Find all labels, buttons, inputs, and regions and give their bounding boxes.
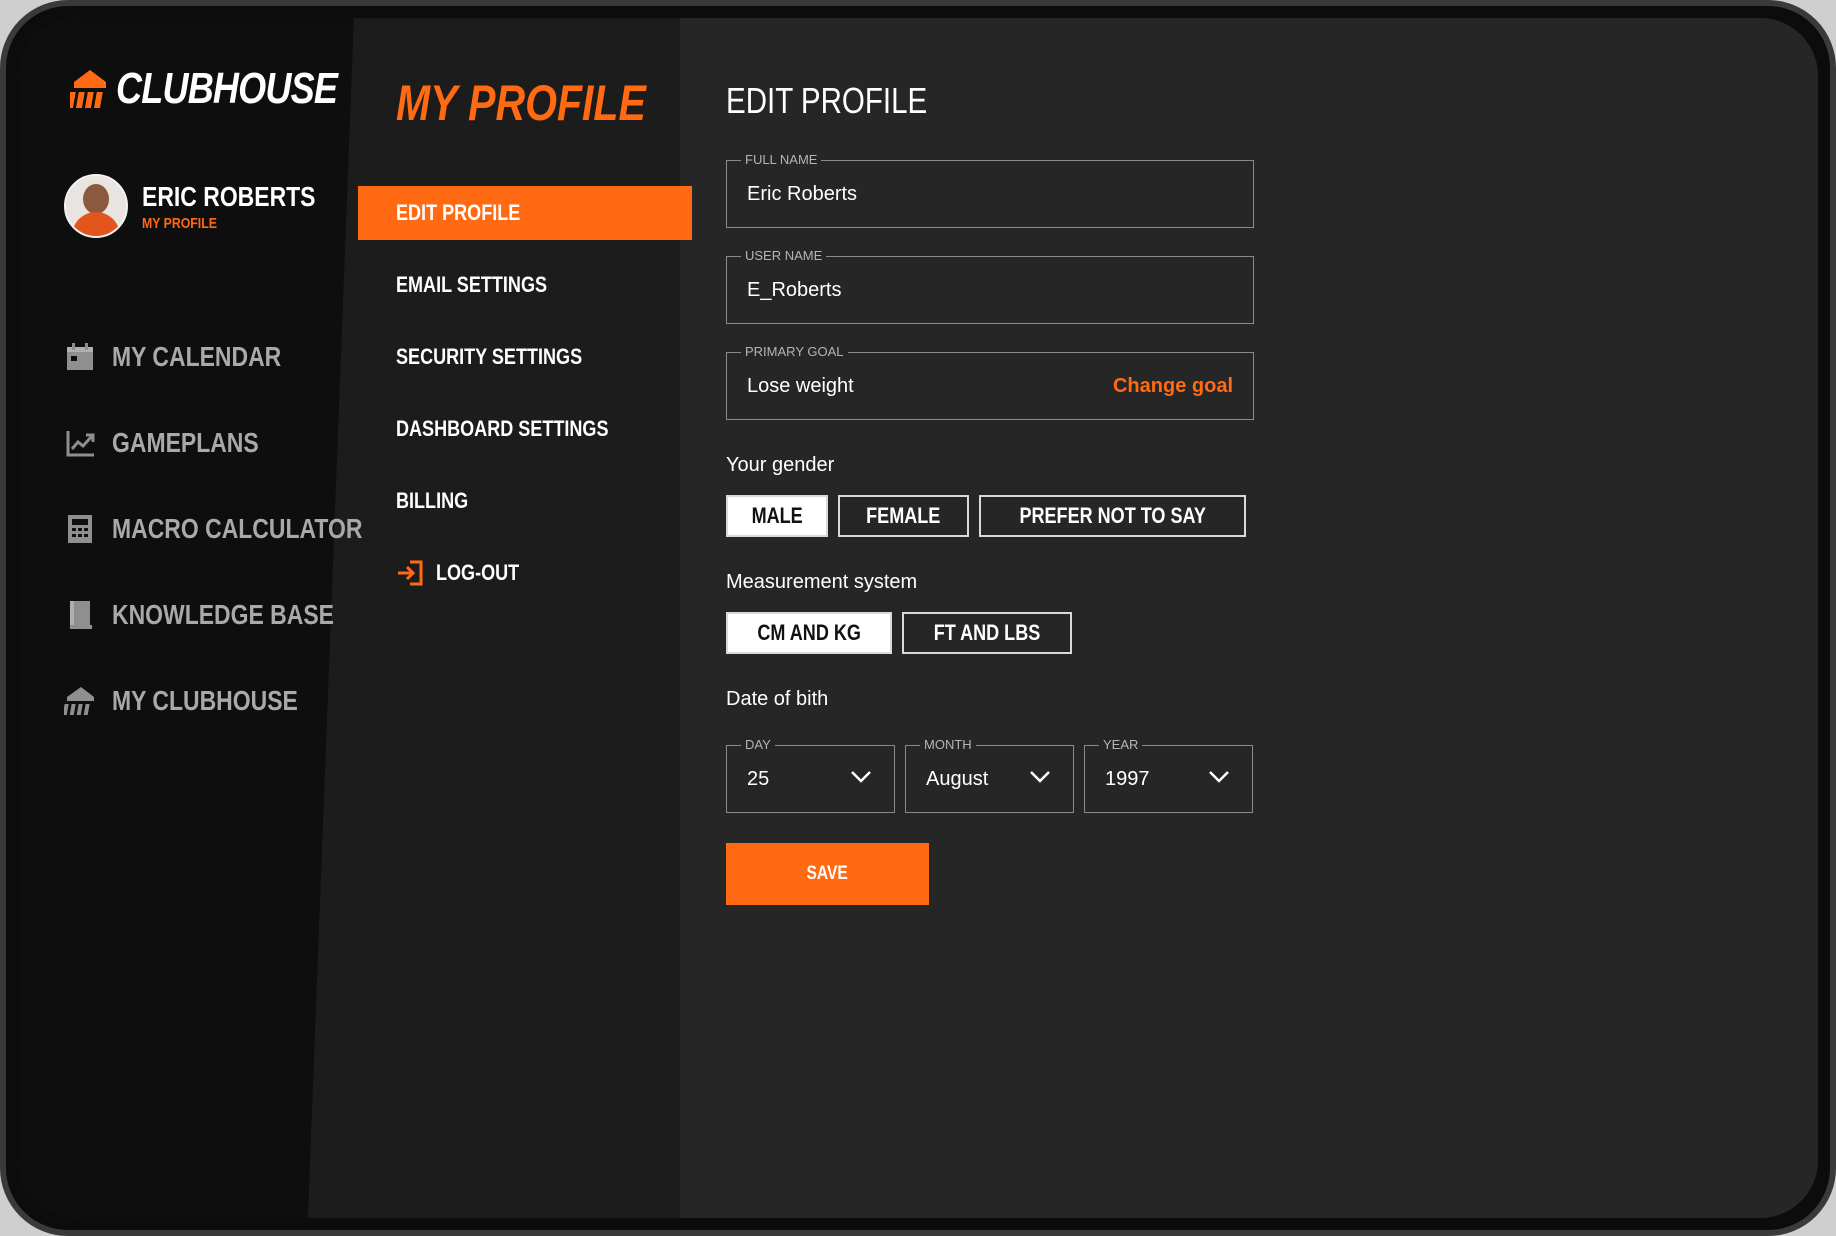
menu-item-label: EMAIL SETTINGS (396, 272, 548, 297)
nav-label: MY CLUBHOUSE (112, 685, 298, 716)
calculator-icon (68, 515, 92, 543)
day-value: 25 (747, 768, 770, 790)
measurement-options: CM AND KG FT AND LBS (726, 612, 1254, 654)
chevron-down-icon (1209, 771, 1229, 783)
option-label: MALE (751, 503, 803, 528)
year-select[interactable]: YEAR 1997 (1084, 737, 1253, 813)
user-subtitle: MY PROFILE (142, 214, 217, 232)
save-button[interactable]: SAVE (726, 843, 929, 905)
date-of-birth-row: DAY 25 MONTH August YEAR 1997 (726, 737, 1254, 813)
year-value: 1997 (1105, 768, 1150, 790)
gender-option-female[interactable]: FEMALE (838, 495, 969, 537)
nav-label: MY CALENDAR (112, 341, 282, 372)
menu-item-edit-profile[interactable]: EDIT PROFILE (358, 186, 692, 240)
option-label: FT AND LBS (933, 620, 1041, 645)
menu-item-billing[interactable]: BILLING (358, 474, 692, 528)
month-select[interactable]: MONTH August (905, 737, 1074, 813)
gender-option-male[interactable]: MALE (726, 495, 829, 537)
menu-item-label: BILLING (396, 488, 469, 513)
day-select[interactable]: DAY 25 (726, 737, 895, 813)
gender-option-prefer-not-to-say[interactable]: PREFER NOT TO SAY (978, 495, 1247, 537)
primary-goal-field: PRIMARY GOAL Lose weight Change goal (726, 344, 1254, 420)
user-name: ERIC ROBERTS (142, 180, 316, 212)
option-label: FEMALE (866, 503, 941, 528)
menu-item-label: DASHBOARD SETTINGS (396, 416, 609, 441)
user-name-field: USER NAME (726, 248, 1254, 324)
brand-name: CLUBHOUSE (116, 64, 338, 113)
menu-item-dashboard-settings[interactable]: DASHBOARD SETTINGS (358, 402, 692, 456)
menu-item-log-out[interactable]: LOG-OUT (358, 546, 692, 600)
nav-label: KNOWLEDGE BASE (112, 599, 334, 630)
option-label: CM AND KG (757, 620, 861, 645)
month-value: August (926, 768, 989, 790)
option-label: PREFER NOT TO SAY (1019, 503, 1206, 528)
form-title: EDIT PROFILE (726, 80, 928, 121)
edit-profile-form: EDIT PROFILE FULL NAME USER NAME PRIMARY… (726, 80, 1254, 905)
menu-item-label: SECURITY SETTINGS (396, 344, 583, 369)
device-frame: CLUBHOUSE ERIC ROBERTS MY PROFILE MY CAL… (0, 0, 1836, 1236)
date-of-birth-label: Date of bith (726, 688, 829, 710)
save-button-label: SAVE (806, 863, 849, 884)
chart-line-icon (66, 431, 95, 457)
clubhouse-icon (64, 687, 94, 715)
logout-icon (398, 560, 423, 586)
nav-label: GAMEPLANS (112, 427, 259, 458)
menu-item-label: EDIT PROFILE (396, 200, 521, 225)
calendar-icon (67, 343, 93, 370)
book-icon (70, 601, 92, 629)
nav-item-my-clubhouse[interactable]: MY CLUBHOUSE (64, 658, 417, 744)
logo[interactable]: CLUBHOUSE (70, 64, 386, 114)
field-label: PRIMARY GOAL (741, 344, 848, 360)
field-label: DAY (741, 737, 775, 753)
avatar (64, 174, 128, 238)
change-goal-link[interactable]: Change goal (1113, 375, 1233, 398)
full-name-field: FULL NAME (726, 152, 1254, 228)
chevron-down-icon (1030, 771, 1050, 783)
user-name-input[interactable] (727, 257, 1253, 323)
chevron-down-icon (851, 771, 871, 783)
page-title: MY PROFILE (396, 75, 646, 131)
menu-item-email-settings[interactable]: EMAIL SETTINGS (358, 258, 692, 312)
clubhouse-logo-icon (70, 70, 106, 108)
measurement-option-cm-kg[interactable]: CM AND KG (726, 612, 893, 654)
user-profile[interactable]: ERIC ROBERTS MY PROFILE (64, 174, 354, 238)
menu-item-label: LOG-OUT (436, 560, 520, 585)
measurement-option-ft-lbs[interactable]: FT AND LBS (902, 612, 1073, 654)
nav-label: MACRO CALCULATOR (112, 513, 363, 544)
primary-goal-value: Lose weight (747, 375, 854, 397)
gender-label: Your gender (726, 454, 835, 476)
menu-item-security-settings[interactable]: SECURITY SETTINGS (358, 330, 692, 384)
field-label: MONTH (920, 737, 976, 753)
gender-options: MALE FEMALE PREFER NOT TO SAY (726, 495, 1254, 537)
profile-menu: EDIT PROFILE EMAIL SETTINGS SECURITY SET… (358, 186, 692, 618)
app-screen: CLUBHOUSE ERIC ROBERTS MY PROFILE MY CAL… (18, 18, 1818, 1218)
full-name-input[interactable] (727, 161, 1253, 227)
field-label: YEAR (1099, 737, 1143, 753)
measurement-label: Measurement system (726, 571, 918, 593)
